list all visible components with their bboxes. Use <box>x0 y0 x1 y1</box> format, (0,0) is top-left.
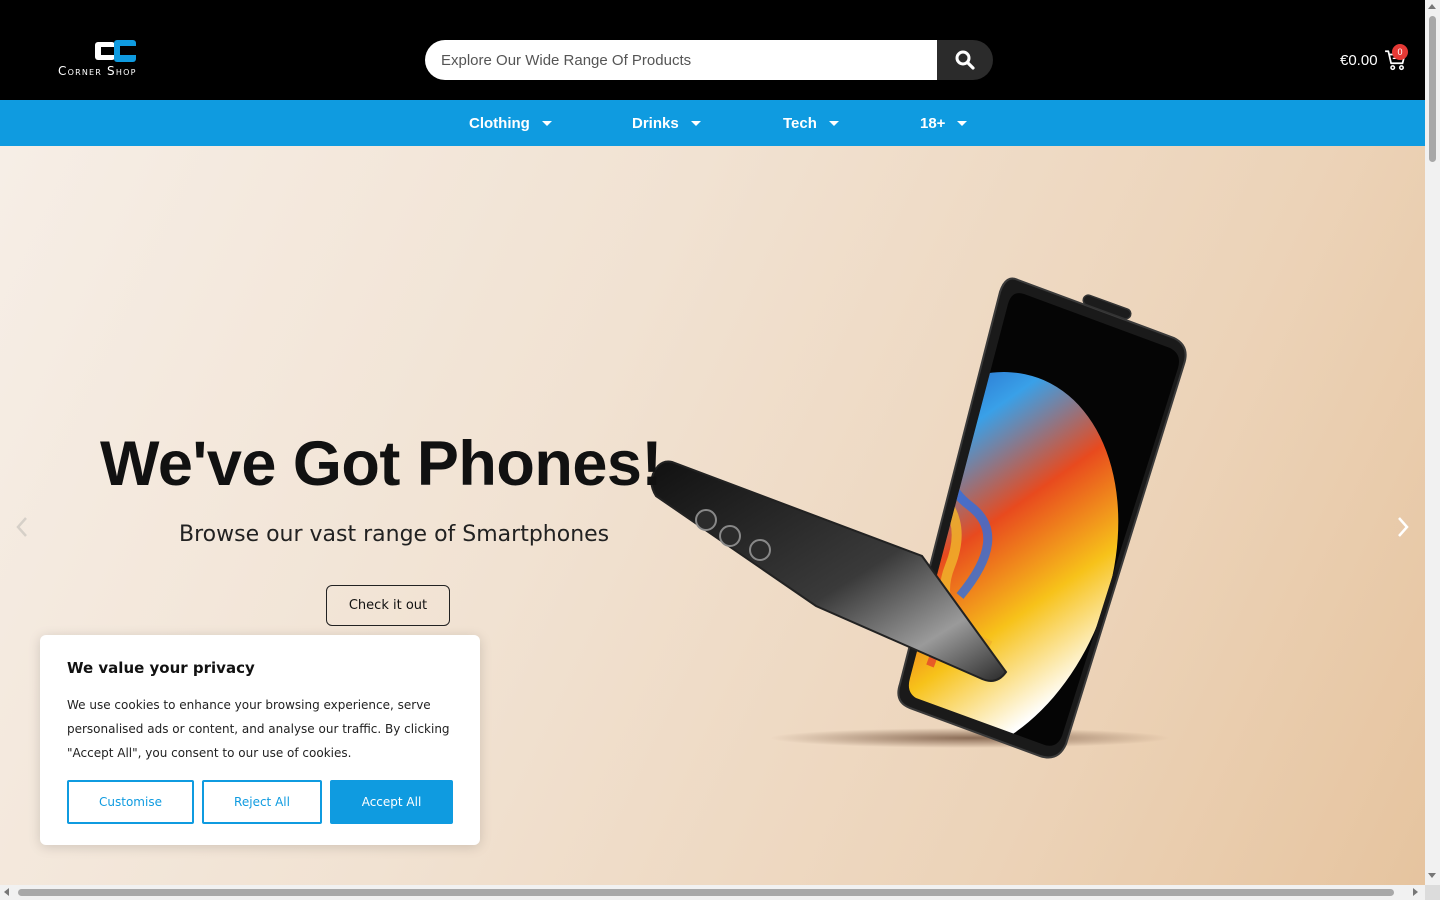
scroll-up-icon[interactable] <box>1428 4 1436 9</box>
vertical-scroll-thumb[interactable] <box>1429 16 1436 162</box>
check-it-out-button[interactable]: Check it out <box>326 585 450 626</box>
horizontal-scroll-thumb[interactable] <box>18 889 1394 896</box>
cookie-description: We use cookies to enhance your browsing … <box>67 698 450 760</box>
logo-mark <box>95 40 137 62</box>
scroll-right-icon[interactable] <box>1413 888 1418 896</box>
caret-down-icon <box>957 120 968 126</box>
caret-down-icon <box>541 120 552 126</box>
phones-image <box>650 277 1187 759</box>
search-icon <box>955 50 975 70</box>
cart-count-badge: 0 <box>1392 44 1408 60</box>
cookie-title: We value your privacy <box>67 659 255 677</box>
caret-down-icon <box>828 120 839 126</box>
search-input[interactable] <box>425 40 937 80</box>
slider-prev-button[interactable] <box>12 512 32 542</box>
nav-item-tech[interactable]: Tech <box>783 100 839 146</box>
hero-subtitle: Browse our vast range of Smartphones <box>179 522 610 547</box>
hero-title: We've Got Phones! <box>100 429 662 499</box>
nav-item-label: Drinks <box>632 114 679 132</box>
slider-next-button[interactable] <box>1393 512 1413 542</box>
cart-total: €0.00 <box>1340 51 1378 69</box>
nav-item-label: 18+ <box>920 114 946 132</box>
nav-item-18-plus[interactable]: 18+ <box>920 100 968 146</box>
logo-text: Corner Shop <box>58 64 137 78</box>
scrollbar-corner <box>1425 885 1440 900</box>
customise-button[interactable]: Customise <box>67 780 194 824</box>
vertical-scrollbar[interactable] <box>1425 0 1440 885</box>
search-bar <box>425 40 993 80</box>
logo[interactable]: Corner Shop <box>58 40 178 78</box>
caret-down-icon <box>690 120 701 126</box>
horizontal-scrollbar[interactable] <box>0 885 1425 900</box>
site-header: Corner Shop €0.00 0 <box>0 0 1425 100</box>
accept-all-button[interactable]: Accept All <box>330 780 453 824</box>
scroll-left-icon[interactable] <box>4 888 9 896</box>
nav-item-label: Clothing <box>469 114 530 132</box>
chevron-left-icon <box>16 517 27 537</box>
nav-item-label: Tech <box>783 114 817 132</box>
main-nav: Clothing Drinks Tech 18+ <box>0 100 1425 146</box>
cookie-consent-banner: We value your privacy We use cookies to … <box>40 635 480 845</box>
reject-all-button[interactable]: Reject All <box>202 780 322 824</box>
nav-item-clothing[interactable]: Clothing <box>469 100 552 146</box>
chevron-right-icon <box>1398 517 1409 537</box>
nav-item-drinks[interactable]: Drinks <box>632 100 701 146</box>
search-button[interactable] <box>937 40 993 80</box>
scroll-down-icon[interactable] <box>1428 873 1436 878</box>
